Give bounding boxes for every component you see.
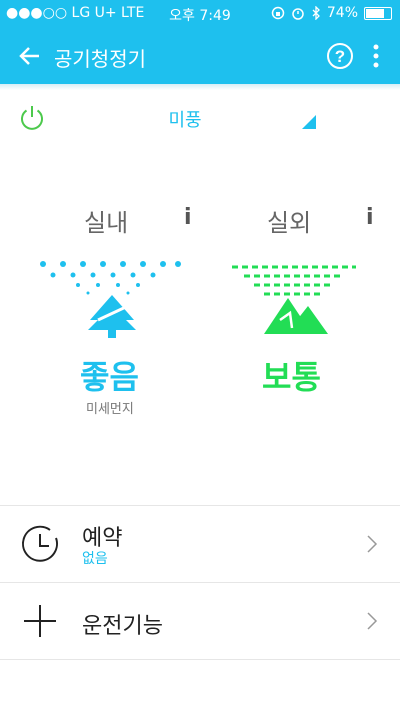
dropdown-triangle-icon[interactable] [300, 114, 316, 130]
divider [0, 659, 400, 660]
status-right: 74% [271, 5, 392, 21]
app-bar: 공기청정기 ? [0, 28, 400, 84]
menu-row-reservation[interactable]: 예약 없음 [0, 506, 400, 582]
indoor-label: 실내 [84, 209, 129, 237]
chevron-right-icon [367, 535, 378, 553]
indoor-sublabel: 미세먼지 [86, 402, 134, 417]
plus-icon [24, 605, 56, 637]
indoor-info-button[interactable]: i [184, 205, 192, 230]
rotation-lock-icon [271, 6, 285, 20]
outdoor-quality: 보통 [262, 358, 321, 396]
menu-row-operation[interactable]: 운전기능 [0, 583, 400, 659]
reservation-status: 없음 [82, 551, 108, 567]
help-icon[interactable]: ? [326, 42, 354, 70]
indoor-dust-dots-icon [40, 261, 181, 338]
bluetooth-icon [312, 6, 320, 20]
indoor-quality: 좋음 [80, 358, 139, 396]
page-title: 공기청정기 [54, 47, 146, 71]
operation-label: 운전기능 [82, 614, 163, 639]
status-bar: ●●●○○ LG U+ LTE 오후 7:49 74% [0, 0, 400, 28]
back-arrow-icon[interactable] [16, 42, 44, 70]
alarm-icon [292, 8, 304, 20]
outdoor-dust-dashes-icon [232, 265, 356, 334]
svg-text:?: ? [335, 47, 345, 66]
battery-icon [364, 6, 392, 20]
appbar-shadow [0, 84, 400, 90]
clock-icon [22, 525, 58, 562]
more-vert-icon[interactable] [368, 42, 384, 70]
outdoor-label: 실외 [267, 209, 312, 237]
battery-percent: 74% [326, 5, 358, 21]
chevron-right-icon [367, 612, 378, 630]
outdoor-info-button[interactable]: i [366, 205, 374, 230]
